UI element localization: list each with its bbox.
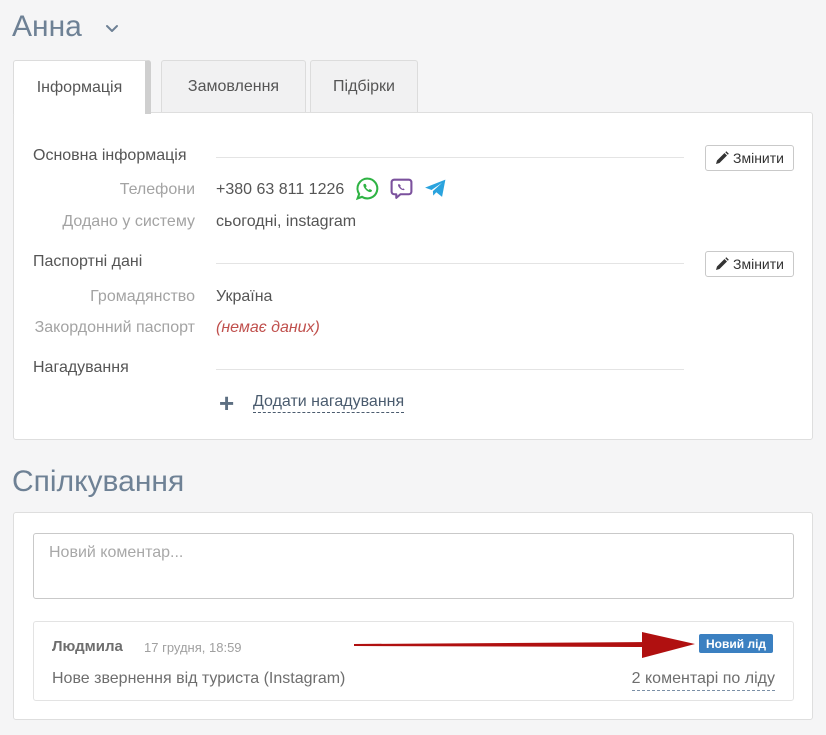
whatsapp-icon[interactable] [355, 176, 380, 201]
foreign-passport-label: Закордонний паспорт [34, 319, 195, 336]
add-reminder-button[interactable]: + Додати нагадування [219, 388, 405, 418]
telegram-icon[interactable] [423, 176, 448, 201]
edit-basic-info-button[interactable]: Змінити [705, 145, 794, 171]
phones-label: Телефони [119, 181, 195, 198]
chevron-down-icon[interactable] [104, 20, 120, 36]
section-divider [216, 263, 684, 264]
lead-entry-text: Нове звернення від туриста (Instagram) [52, 670, 346, 687]
new-lead-badge[interactable]: Новий лід [699, 634, 774, 653]
client-name: Анна [12, 10, 82, 43]
lead-entry: Людмила 17 грудня, 18:59 Новий лід Нове … [33, 621, 794, 701]
client-name-header[interactable]: Анна [12, 10, 120, 44]
comment-timestamp: 17 грудня, 18:59 [144, 640, 242, 655]
foreign-passport-value: (немає даних) [216, 319, 320, 336]
new-comment-input[interactable] [33, 533, 794, 599]
plus-icon: + [219, 388, 235, 418]
basic-info-heading: Основна інформація [33, 147, 187, 164]
section-divider [216, 157, 684, 158]
pencil-icon [716, 257, 729, 270]
reminders-heading: Нагадування [33, 359, 129, 376]
info-panel: Основна інформація Змінити Телефони +380… [13, 112, 813, 440]
phone-value[interactable]: +380 63 811 1226 [216, 181, 344, 199]
tab-orders[interactable]: Замовлення [161, 60, 306, 113]
tab-selections[interactable]: Підбірки [310, 60, 418, 113]
edit-passport-button[interactable]: Змінити [705, 251, 794, 277]
comment-author: Людмила [52, 638, 123, 655]
lead-comments-link[interactable]: 2 коментарі по ліду [631, 670, 775, 691]
citizenship-value: Україна [216, 288, 273, 305]
add-reminder-label: Додати нагадування [253, 393, 405, 413]
communication-panel: Людмила 17 грудня, 18:59 Новий лід Нове … [13, 512, 813, 720]
added-value: сьогодні, instagram [216, 213, 357, 230]
pencil-icon [716, 151, 729, 164]
section-divider [216, 369, 684, 370]
citizenship-label: Громадянство [90, 288, 195, 305]
tab-information[interactable]: Інформація [13, 60, 151, 114]
added-label: Додано у систему [62, 213, 195, 230]
communication-title: Спілкування [12, 465, 185, 498]
passport-heading: Паспортні дані [33, 253, 143, 270]
viber-icon[interactable] [389, 176, 414, 201]
